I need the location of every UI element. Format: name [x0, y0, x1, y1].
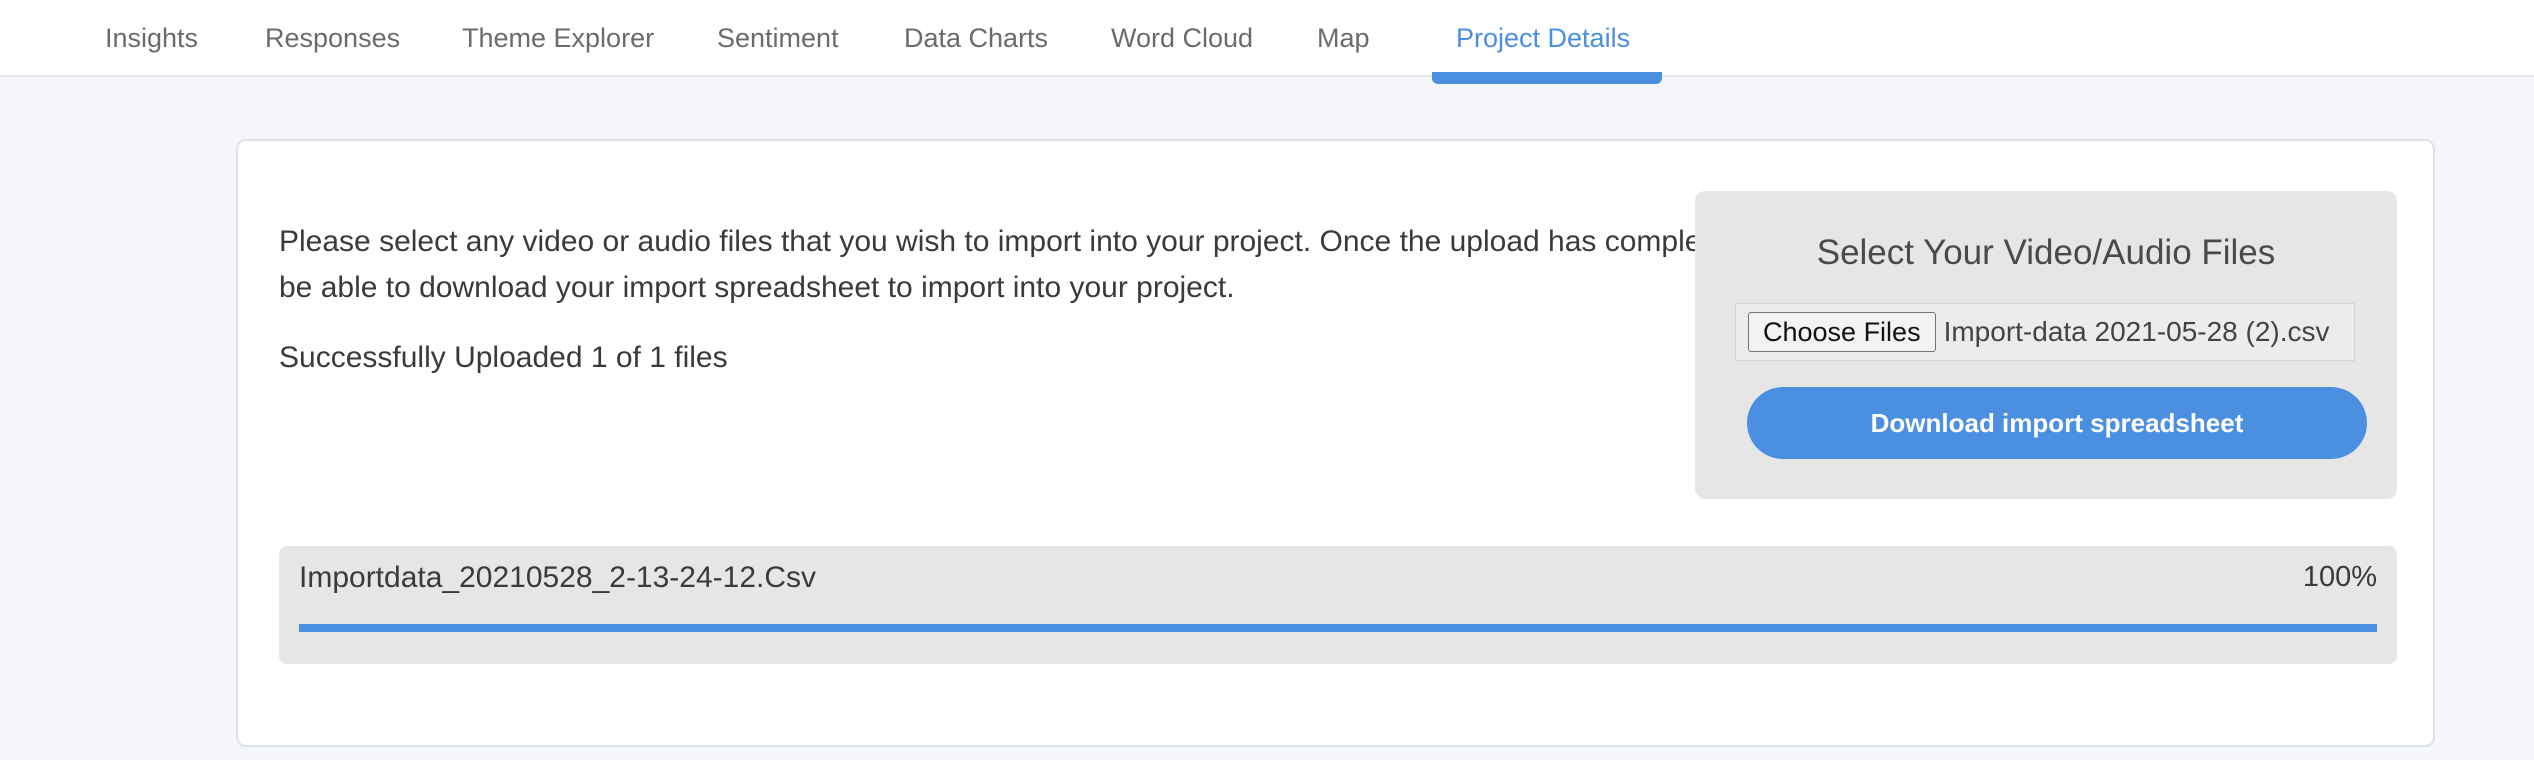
choose-files-button[interactable]: Choose Files [1748, 312, 1936, 352]
import-instructions: Please select any video or audio files t… [279, 225, 1859, 304]
top-navigation: Insights Responses Theme Explorer Sentim… [0, 0, 2534, 84]
progress-bar-fill [299, 624, 2377, 632]
uploaded-file-name: Importdata_20210528_2-13-24-12.Csv [299, 561, 817, 594]
active-tab-indicator [1432, 72, 1662, 84]
tab-map[interactable]: Map [1317, 0, 1370, 77]
upload-panel-title: Select Your Video/Audio Files [1816, 233, 2276, 272]
project-details-card: Please select any video or audio files t… [236, 139, 2435, 747]
tab-theme-explorer[interactable]: Theme Explorer [462, 0, 654, 77]
progress-bar [299, 624, 2377, 632]
download-import-spreadsheet-button[interactable]: Download import spreadsheet [1747, 387, 2367, 459]
upload-panel: Select Your Video/Audio Files Choose Fil… [1695, 191, 2397, 499]
file-input[interactable]: Choose Files Import-data 2021-05-28 (2).… [1735, 303, 2355, 361]
upload-progress-item: Importdata_20210528_2-13-24-12.Csv 100% [279, 546, 2397, 664]
upload-status: Successfully Uploaded 1 of 1 files [279, 341, 728, 374]
tab-word-cloud[interactable]: Word Cloud [1111, 0, 1253, 77]
tab-sentiment[interactable]: Sentiment [717, 0, 839, 77]
tab-insights[interactable]: Insights [105, 0, 198, 77]
selected-file-name: Import-data 2021-05-28 (2).csv [1943, 316, 2330, 347]
tab-project-details[interactable]: Project Details [1456, 0, 1630, 77]
tab-data-charts[interactable]: Data Charts [904, 0, 1048, 77]
upload-percent: 100% [2302, 561, 2377, 593]
tab-responses[interactable]: Responses [265, 0, 400, 77]
